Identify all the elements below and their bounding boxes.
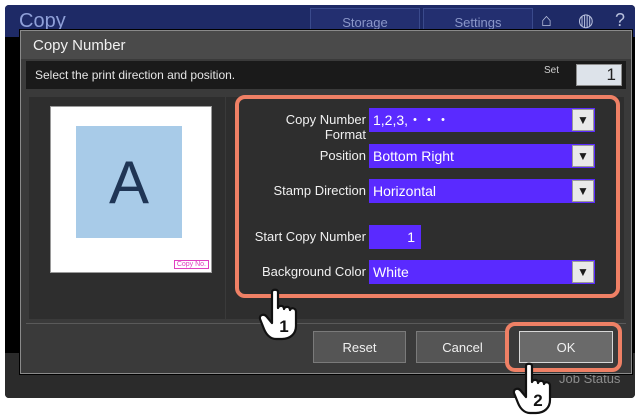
dialog-title: Copy Number [21,31,631,59]
pointing-hand-icon: 1 [258,288,298,341]
message-bar: Select the print direction and position.… [26,61,626,89]
pointing-hand-icon: 2 [512,362,552,415]
instruction-text: Select the print direction and position. [35,68,236,82]
preview-panel: A Copy No. [29,97,225,319]
cancel-button[interactable]: Cancel [416,331,509,363]
step-2-number: 2 [533,391,542,410]
paper-preview: A Copy No. [50,106,212,273]
set-label: Set [544,65,560,76]
home-icon[interactable]: ⌂ [541,10,552,31]
preview-letter: A [108,148,150,216]
copy-no-stamp: Copy No. [173,260,209,269]
step-1-number: 1 [279,317,288,336]
reset-button[interactable]: Reset [313,331,406,363]
globe-icon[interactable]: ◍ [578,10,594,31]
preview-image: A [76,126,182,238]
help-icon[interactable]: ? [615,10,625,31]
settings-highlight-frame [235,95,620,298]
set-count-display: 1 [576,64,622,86]
